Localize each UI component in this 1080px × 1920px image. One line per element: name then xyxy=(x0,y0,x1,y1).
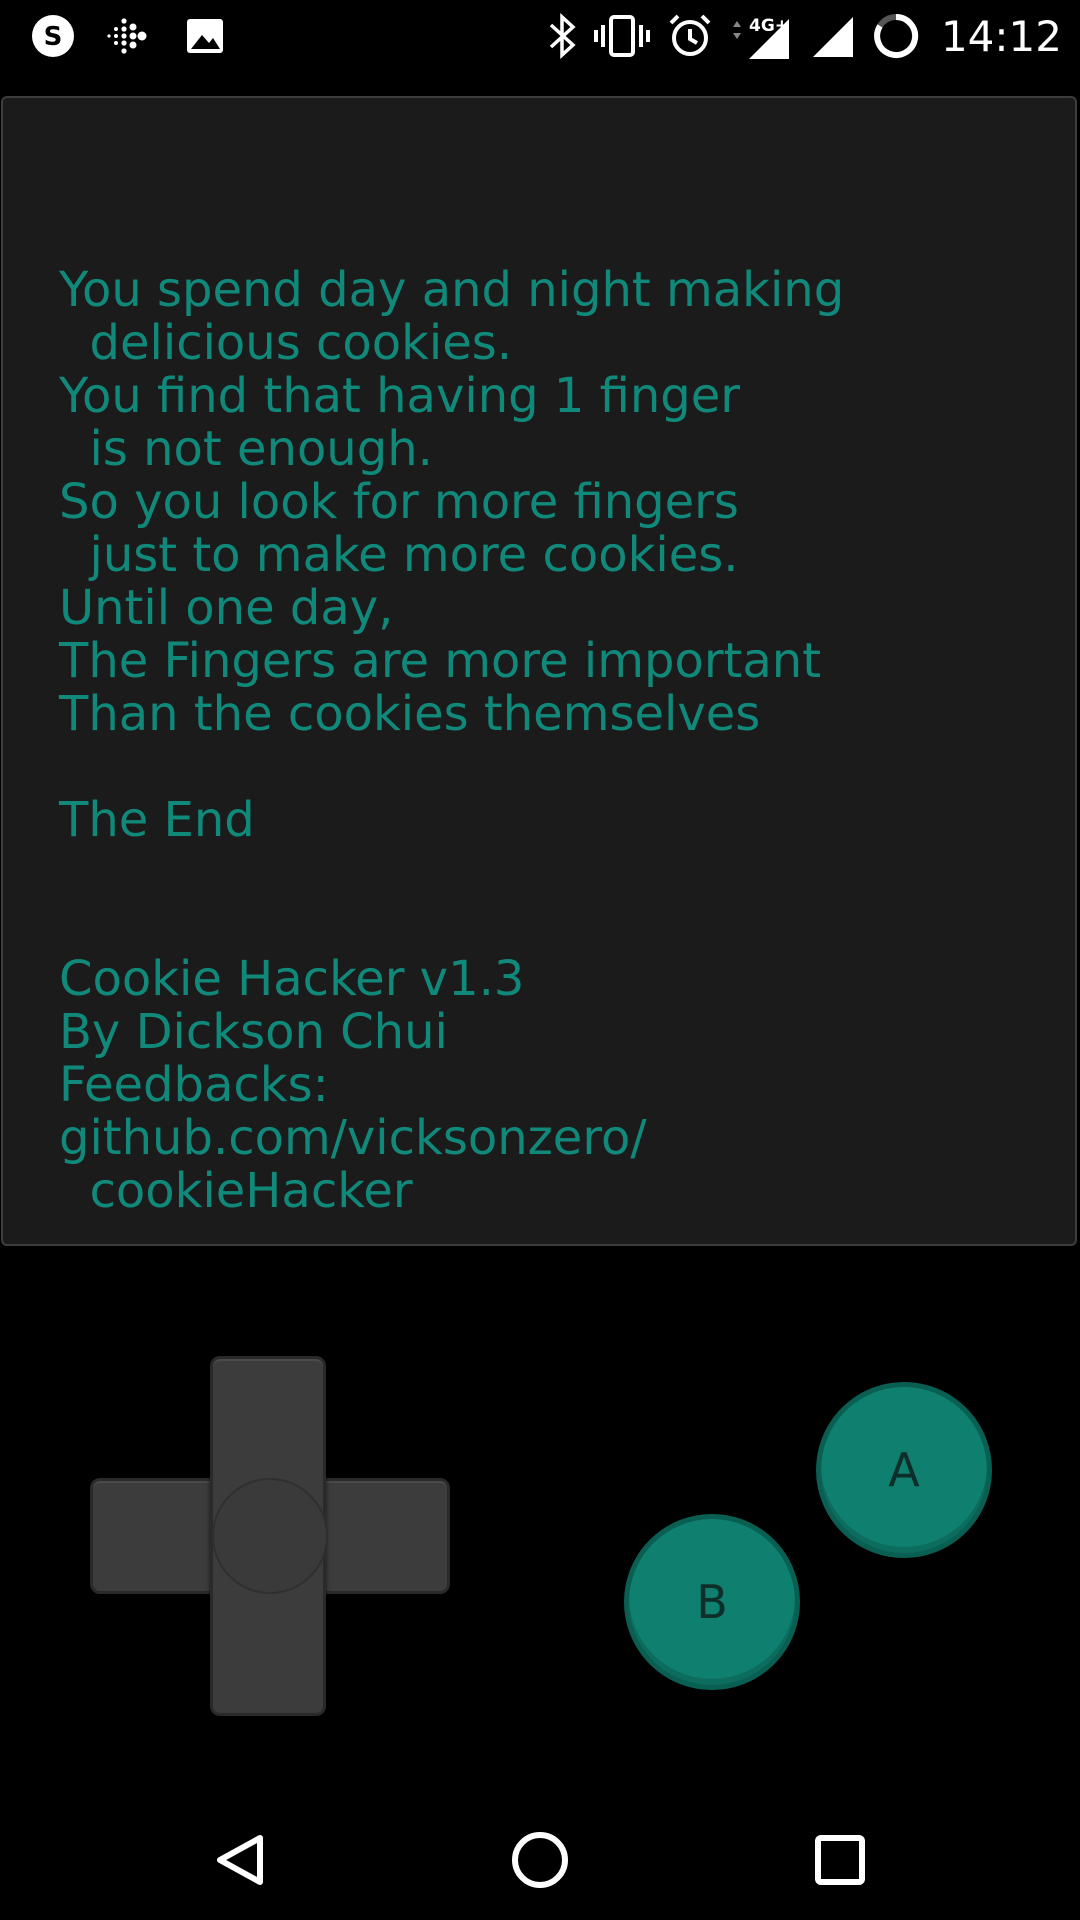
status-right: 4G+ 14:12 xyxy=(545,10,1062,62)
signal-icon xyxy=(807,11,857,61)
story-line: The Fingers are more important xyxy=(59,633,822,689)
story-line: delicious cookies. xyxy=(59,315,513,371)
story-line: Than the cookies themselves xyxy=(59,686,761,742)
svg-text:S: S xyxy=(44,22,63,52)
b-button[interactable]: B xyxy=(624,1514,800,1690)
story-line: github.com/vicksonzero/ xyxy=(59,1110,647,1166)
status-left: S xyxy=(28,12,230,60)
story-line xyxy=(59,900,1039,953)
status-time: 14:12 xyxy=(940,11,1062,61)
back-icon xyxy=(217,1835,263,1885)
story-line: By Dickson Chui xyxy=(59,1004,448,1060)
dpad-center xyxy=(212,1478,328,1594)
story-line: cookieHacker xyxy=(59,1163,413,1219)
navigation-bar xyxy=(0,1800,1080,1920)
story-line: You find that having 1 finger xyxy=(59,368,741,424)
alarm-icon xyxy=(665,11,715,61)
story-line: The End xyxy=(59,792,255,848)
app-root: S 4G+ 14:12 You spend day and night maki… xyxy=(0,0,1080,1920)
story-line: Until one day, xyxy=(59,580,394,636)
back-button[interactable] xyxy=(200,1820,280,1900)
story-line xyxy=(59,741,1039,794)
network-label: 4G+ xyxy=(749,16,789,36)
home-button[interactable] xyxy=(500,1820,580,1900)
story-text: You spend day and night making delicious… xyxy=(59,264,1039,1218)
story-line: Feedbacks: xyxy=(59,1057,329,1113)
bluetooth-icon xyxy=(545,11,579,61)
story-line: Cookie Hacker v1.3 xyxy=(59,951,525,1007)
story-line: just to make more cookies. xyxy=(59,527,739,583)
home-icon xyxy=(512,1832,568,1888)
image-icon xyxy=(180,11,230,61)
status-bar: S 4G+ 14:12 xyxy=(0,0,1080,72)
story-line xyxy=(59,847,1039,900)
game-screen: You spend day and night making delicious… xyxy=(1,96,1077,1246)
story-line: So you look for more fingers xyxy=(59,474,739,530)
network-4g-icon: 4G+ xyxy=(729,11,793,61)
vibrate-icon xyxy=(593,11,651,61)
story-line: You spend day and night making xyxy=(59,262,845,318)
recents-button[interactable] xyxy=(800,1820,880,1900)
recents-icon xyxy=(815,1835,865,1885)
a-button[interactable]: A xyxy=(816,1382,992,1558)
battery-ring-icon xyxy=(871,11,921,61)
fitbit-icon xyxy=(104,11,154,61)
skype-icon: S xyxy=(28,11,78,61)
dpad[interactable] xyxy=(90,1356,450,1716)
story-line: is not enough. xyxy=(59,421,433,477)
